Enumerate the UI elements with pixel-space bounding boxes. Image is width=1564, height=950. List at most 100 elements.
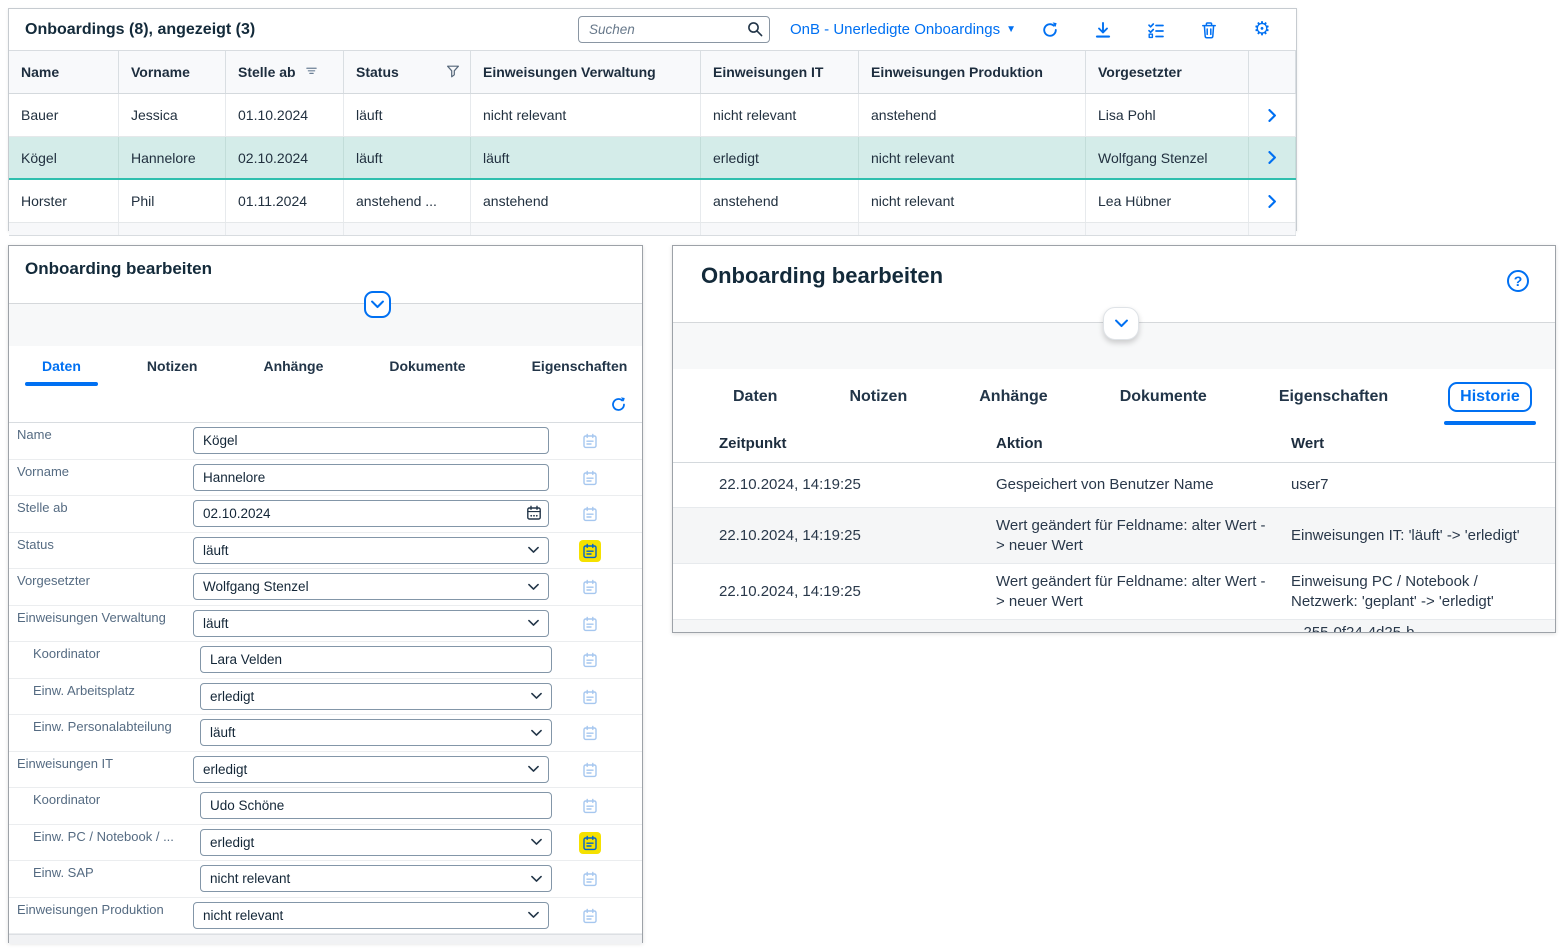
column-header-einw-verwaltung[interactable]: Einweisungen Verwaltung (471, 51, 701, 93)
einw-it-select[interactable]: erledigt (193, 756, 549, 783)
note-icon[interactable] (581, 505, 599, 523)
column-header-einw-produktion[interactable]: Einweisungen Produktion (859, 51, 1086, 93)
einw-pc-notebook-select[interactable]: erledigt (200, 829, 552, 856)
stelle-ab-date-field[interactable] (193, 500, 549, 527)
column-header-wert[interactable]: Wert (1291, 425, 1555, 462)
note-icon[interactable] (581, 615, 599, 633)
table-row[interactable]: Horster Phil 01.11.2024 anstehend ... an… (9, 180, 1296, 223)
note-icon[interactable] (581, 797, 599, 815)
settings-icon[interactable]: ⚙ (1252, 20, 1272, 40)
note-icon[interactable] (581, 724, 599, 742)
row-navigate-button[interactable] (1249, 94, 1296, 136)
note-icon[interactable] (581, 432, 599, 450)
cell-einw-it: nicht relevant (701, 94, 859, 136)
chevron-down-icon (528, 619, 539, 627)
table-row-selected[interactable]: Kögel Hannelore 02.10.2024 läuft läuft e… (9, 137, 1296, 180)
tab-historie[interactable]: Historie (1424, 369, 1556, 425)
einw-sap-select[interactable]: nicht relevant (200, 865, 552, 892)
chevron-down-icon (371, 300, 384, 309)
form-row-koordinator-verwaltung: Koordinator (9, 642, 642, 679)
cell-status: anstehend ... (344, 180, 471, 222)
column-header-vorgesetzter[interactable]: Vorgesetzter (1086, 51, 1249, 93)
cell-stelle-ab: 01.11.2024 (226, 180, 344, 222)
note-icon[interactable] (581, 907, 599, 925)
help-icon[interactable]: ? (1507, 270, 1529, 292)
form-row-koordinator-it: Koordinator (9, 788, 642, 825)
form-row-einw-sap: Einw. SAP nicht relevant (9, 861, 642, 898)
note-icon-highlighted[interactable] (581, 834, 599, 852)
history-row[interactable]: 22.10.2024, 14:19:25 Gespeichert von Ben… (673, 463, 1555, 508)
koordinator-it-field[interactable] (200, 792, 552, 819)
tab-daten[interactable]: Daten (9, 346, 114, 386)
vorgesetzter-select[interactable]: Wolfgang Stenzel (193, 573, 549, 600)
einw-arbeitsplatz-select[interactable]: erledigt (200, 683, 552, 710)
multiselect-icon[interactable] (1146, 20, 1166, 40)
form-row-einw-pc-notebook: Einw. PC / Notebook / ... erledigt (9, 825, 642, 862)
form-bottom-strip (9, 934, 642, 944)
note-icon[interactable] (581, 761, 599, 779)
row-navigate-button[interactable] (1249, 180, 1296, 222)
delete-icon[interactable] (1199, 20, 1219, 40)
empty-cell (719, 620, 996, 632)
view-selector[interactable]: OnB - Unerledigte Onboardings ▼ (790, 21, 1016, 38)
history-row[interactable]: 22.10.2024, 14:19:25 Wert geändert für F… (673, 564, 1555, 620)
chevron-down-icon (1115, 319, 1128, 328)
sort-icon (305, 64, 318, 80)
tab-dokumente[interactable]: Dokumente (356, 346, 498, 386)
table-row[interactable]: Bauer Jessica 01.10.2024 läuft nicht rel… (9, 94, 1296, 137)
column-header-vorname[interactable]: Vorname (119, 51, 226, 93)
search-input[interactable] (578, 16, 770, 43)
tab-eigenschaften[interactable]: Eigenschaften (499, 346, 661, 386)
tab-eigenschaften[interactable]: Eigenschaften (1243, 369, 1424, 425)
field-label: Koordinator (9, 642, 193, 661)
einw-produktion-select[interactable]: nicht relevant (193, 902, 549, 929)
koordinator-field[interactable] (200, 646, 552, 673)
column-header-zeitpunkt[interactable]: Zeitpunkt (719, 425, 996, 462)
collapse-header-button[interactable] (364, 291, 391, 318)
form-panel-title: Onboarding bearbeiten (9, 246, 642, 279)
refresh-icon[interactable] (608, 394, 628, 414)
search-icon[interactable] (747, 21, 763, 37)
empty-cell (1249, 223, 1296, 236)
history-row[interactable]: 22.10.2024, 14:19:25 Wert geändert für F… (673, 508, 1555, 564)
note-icon[interactable] (581, 870, 599, 888)
note-icon[interactable] (581, 688, 599, 706)
einw-personalabteilung-select[interactable]: läuft (200, 719, 552, 746)
download-icon[interactable] (1093, 20, 1113, 40)
tab-daten[interactable]: Daten (697, 369, 813, 425)
cell-name: Horster (9, 180, 119, 222)
column-header-aktion[interactable]: Aktion (996, 425, 1291, 462)
note-icon[interactable] (581, 578, 599, 596)
form-row-einw-personalabteilung: Einw. Personalabteilung läuft (9, 715, 642, 752)
status-select[interactable]: läuft (193, 537, 549, 564)
tab-anhaenge[interactable]: Anhänge (943, 369, 1083, 425)
note-icon[interactable] (581, 651, 599, 669)
tab-anhaenge[interactable]: Anhänge (230, 346, 356, 386)
cell-zeitpunkt: 22.10.2024, 14:19:25 (719, 463, 996, 507)
field-label: Name (9, 423, 193, 442)
note-icon[interactable] (581, 469, 599, 487)
column-header-stelle-ab[interactable]: Stelle ab (226, 51, 344, 93)
tab-dokumente[interactable]: Dokumente (1084, 369, 1243, 425)
history-tabstrip: Daten Notizen Anhänge Dokumente Eigensch… (697, 369, 1555, 425)
collapse-header-button[interactable] (1103, 307, 1139, 340)
cell-name: Kögel (9, 137, 119, 178)
table-header-row: Name Vorname Stelle ab Status Einweisung… (9, 51, 1296, 94)
vorname-field[interactable] (193, 464, 549, 491)
field-label: Einw. PC / Notebook / ... (9, 825, 193, 844)
note-icon-highlighted[interactable] (581, 542, 599, 560)
refresh-icon[interactable] (1040, 20, 1060, 40)
empty-cell (471, 223, 701, 236)
tab-notizen[interactable]: Notizen (114, 346, 231, 386)
row-navigate-button[interactable] (1249, 137, 1296, 178)
name-field[interactable] (193, 427, 549, 454)
tab-notizen[interactable]: Notizen (813, 369, 943, 425)
column-header-einw-it[interactable]: Einweisungen IT (701, 51, 859, 93)
chevron-down-icon (528, 911, 539, 919)
calendar-icon[interactable] (526, 505, 542, 521)
table-title: Onboardings (8), angezeigt (3) (9, 21, 578, 39)
column-header-name[interactable]: Name (9, 51, 119, 93)
einw-verwaltung-select[interactable]: läuft (193, 610, 549, 637)
column-header-status[interactable]: Status (344, 51, 471, 93)
chevron-right-icon (1268, 195, 1277, 208)
